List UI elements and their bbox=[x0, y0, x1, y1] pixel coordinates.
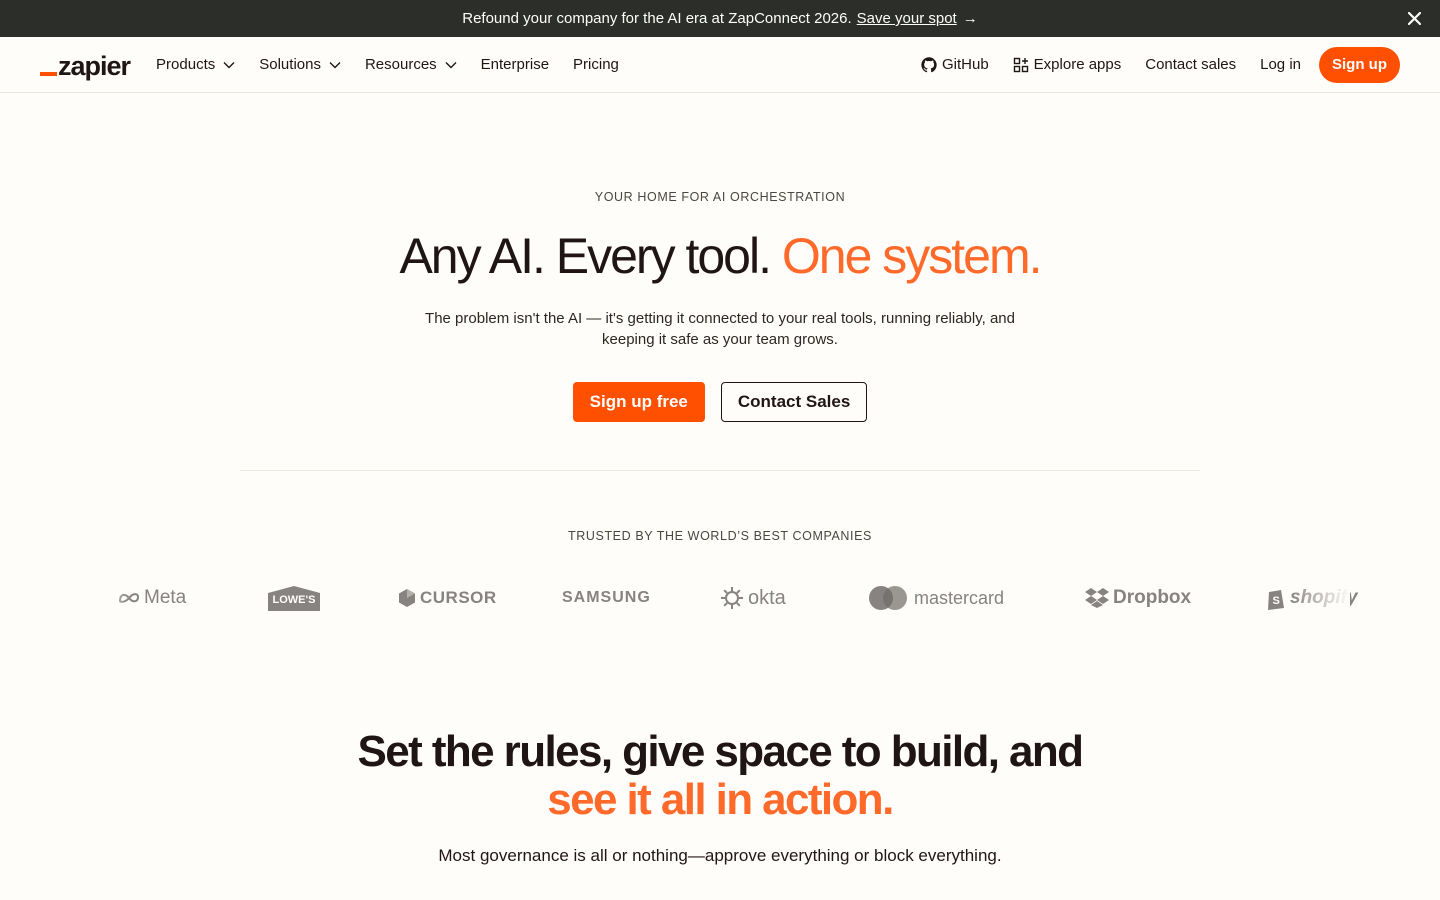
nav-primary-links: Products Solutions Resources Enterprise … bbox=[156, 56, 643, 73]
svg-text:S: S bbox=[1273, 595, 1280, 607]
nav-item-resources[interactable]: Resources bbox=[365, 56, 457, 73]
hero-cta-group: Sign up free Contact Sales bbox=[0, 382, 1440, 422]
signup-free-button[interactable]: Sign up free bbox=[572, 382, 705, 422]
github-label: GitHub bbox=[941, 56, 989, 73]
nav-item-pricing[interactable]: Pricing bbox=[573, 56, 619, 73]
carousel-fade-right bbox=[1290, 578, 1350, 618]
hero-section: YOUR HOME FOR AI ORCHESTRATION Any AI. E… bbox=[0, 93, 1440, 422]
banner-link[interactable]: Save your spot bbox=[857, 10, 957, 27]
banner-text: Refound your company for the AI era at Z… bbox=[462, 10, 852, 27]
nav-item-products[interactable]: Products bbox=[156, 56, 235, 73]
lowes-logo-text: LOWE'S bbox=[272, 594, 316, 606]
explore-apps-label: Explore apps bbox=[1033, 56, 1122, 73]
cursor-logo: CURSOR bbox=[398, 578, 497, 618]
nav-item-label: Solutions bbox=[259, 56, 321, 73]
meta-logo-text: Meta bbox=[144, 587, 187, 608]
samsung-logo: SAMSUNG bbox=[562, 578, 651, 618]
governance-title-accent: see it all in action. bbox=[547, 775, 894, 824]
carousel-fade-left bbox=[90, 578, 130, 618]
nav-item-label: Products bbox=[156, 56, 216, 73]
chevron-down-icon bbox=[223, 61, 235, 68]
mastercard-logo-text: mastercard bbox=[914, 587, 1005, 608]
login-link[interactable]: Log in bbox=[1260, 56, 1301, 73]
logo-carousel: Meta LOWE'S CURSOR SAMSUNG okta masterca… bbox=[90, 578, 1358, 618]
nav-item-enterprise[interactable]: Enterprise bbox=[481, 56, 549, 73]
announcement-banner: Refound your company for the AI era at Z… bbox=[0, 0, 1440, 37]
contact-sales-link[interactable]: Contact sales bbox=[1145, 56, 1236, 73]
github-icon bbox=[921, 56, 937, 72]
nav-item-label: Resources bbox=[364, 56, 437, 73]
hero-subtitle: The problem isn't the AI — it's getting … bbox=[425, 310, 1015, 348]
close-icon[interactable] bbox=[1405, 9, 1423, 27]
logo-underscore-mark bbox=[40, 71, 57, 76]
okta-logo-text: okta bbox=[748, 586, 786, 609]
lowes-logo: LOWE'S bbox=[268, 578, 320, 618]
logo-wordmark: zapier bbox=[58, 50, 131, 81]
governance-title-main: Set the rules, give space to build, and bbox=[357, 727, 1085, 776]
explore-apps-link[interactable]: Explore apps bbox=[1013, 56, 1122, 73]
signup-button[interactable]: Sign up bbox=[1319, 46, 1400, 83]
hero-title-accent: One system. bbox=[781, 228, 1043, 284]
samsung-logo-text: SAMSUNG bbox=[562, 589, 651, 606]
chevron-down-icon bbox=[445, 61, 457, 68]
hero-eyebrow: YOUR HOME FOR AI ORCHESTRATION bbox=[594, 190, 846, 204]
governance-section: Set the rules, give space to build, and … bbox=[0, 728, 1440, 866]
nav-item-label: Enterprise bbox=[480, 56, 550, 73]
governance-subtitle: Most governance is all or nothing—approv… bbox=[438, 846, 1002, 865]
hero-title: Any AI. Every tool. One system. bbox=[0, 226, 1440, 286]
apps-grid-icon bbox=[1013, 57, 1028, 72]
nav-secondary-links: GitHub Explore apps Contact sales Log in… bbox=[897, 46, 1400, 83]
zapier-logo[interactable]: zapier bbox=[40, 50, 131, 81]
github-link[interactable]: GitHub bbox=[921, 56, 989, 73]
section-divider bbox=[240, 470, 1200, 471]
okta-logo: okta bbox=[720, 578, 786, 618]
nav-item-label: Pricing bbox=[573, 56, 619, 73]
governance-title: Set the rules, give space to build, and … bbox=[0, 728, 1440, 824]
dropbox-logo-text: Dropbox bbox=[1113, 587, 1192, 608]
nav-item-solutions[interactable]: Solutions bbox=[259, 56, 341, 73]
chevron-down-icon bbox=[329, 61, 341, 68]
cursor-logo-text: CURSOR bbox=[420, 588, 497, 607]
contact-sales-button[interactable]: Contact Sales bbox=[720, 382, 868, 422]
mastercard-logo: mastercard bbox=[868, 578, 1004, 618]
trusted-heading: TRUSTED BY THE WORLD’S BEST COMPANIES bbox=[568, 529, 872, 543]
dropbox-logo: Dropbox bbox=[1085, 578, 1191, 618]
arrow-right-icon[interactable]: → bbox=[963, 10, 978, 27]
top-navigation: zapier Products Solutions Resources Ente… bbox=[0, 37, 1440, 93]
hero-title-main: Any AI. Every tool. bbox=[399, 228, 772, 284]
